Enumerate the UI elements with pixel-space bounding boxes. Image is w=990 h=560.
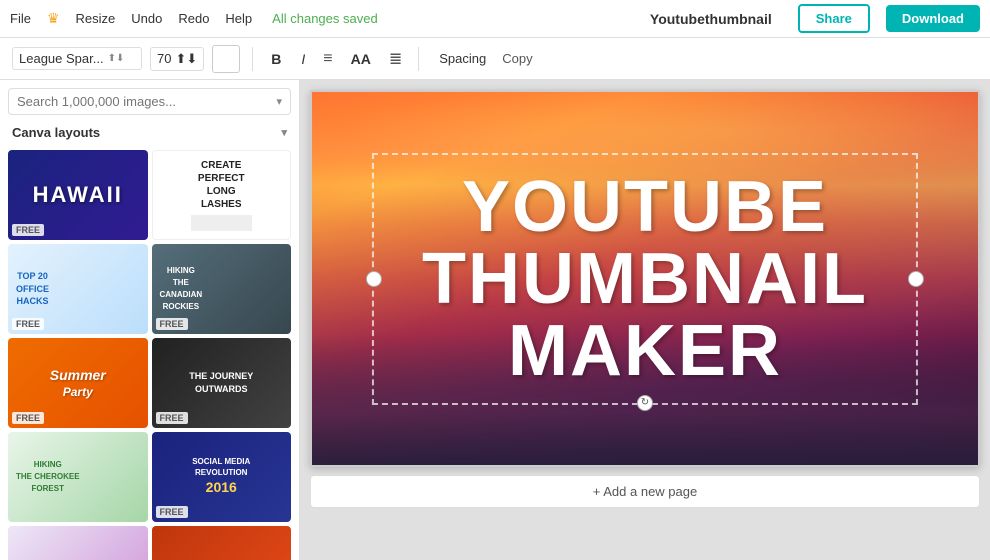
list-icon[interactable]: ≣ (385, 45, 406, 73)
project-title: Youtubethumbnail (650, 11, 772, 27)
layout-card-last[interactable]: FREE (152, 526, 292, 560)
card-inner-create: CREATEPERFECTLONGLASHES (153, 151, 291, 239)
layout-card-hiking[interactable]: HIKINGTHECANADIANROCKIES FREE (152, 244, 292, 334)
save-status: All changes saved (272, 11, 378, 26)
font-name: League Spar... (19, 51, 104, 66)
free-badge-top20: FREE (12, 318, 44, 330)
nav-resize[interactable]: Resize (76, 11, 116, 26)
size-arrows-icon: ⬆⬇ (175, 51, 197, 67)
layout-card-cherokee[interactable]: HIKINGTHE CHEROKEEFOREST (8, 432, 148, 522)
free-badge-social: FREE (156, 506, 188, 518)
separator-1 (252, 47, 253, 71)
search-input[interactable] (17, 94, 276, 109)
font-arrows-icon: ⬆⬇ (108, 53, 125, 64)
font-size-selector[interactable]: 70 ⬆⬇ (150, 47, 204, 71)
aa-button[interactable]: AA (345, 47, 377, 71)
search-chevron-icon: ▾ (276, 95, 282, 108)
nav-redo[interactable]: Redo (178, 11, 209, 26)
separator-2 (418, 47, 419, 71)
layout-card-hawaii[interactable]: HAWAII FREE (8, 150, 148, 240)
card-inner-cherokee: HIKINGTHE CHEROKEEFOREST (8, 432, 148, 522)
layout-card-top20[interactable]: TOP 20OFFICEHACKS FREE (8, 244, 148, 334)
spacing-label[interactable]: Spacing (439, 51, 486, 66)
nav-undo[interactable]: Undo (131, 11, 162, 26)
download-button[interactable]: Download (886, 5, 980, 32)
layout-card-create[interactable]: CREATEPERFECTLONGLASHES (152, 150, 292, 240)
layouts-grid: HAWAII FREE CREATEPERFECTLONGLASHES TOP … (0, 146, 299, 560)
canvas-wrapper[interactable]: YOUTUBE THUMBNAIL MAKER ↻ (310, 90, 980, 467)
free-badge-journey: FREE (156, 412, 188, 424)
section-label: Canva layouts (12, 125, 100, 140)
layout-card-journey[interactable]: THE JOURNEYOUTWARDS FREE (152, 338, 292, 428)
main-area: ▾ Canva layouts ▾ HAWAII FREE CREATEPERF… (0, 80, 990, 560)
add-page-button[interactable]: + Add a new page (310, 475, 980, 508)
text-toolbar: League Spar... ⬆⬇ 70 ⬆⬇ B I ≡ AA ≣ Spaci… (0, 38, 990, 80)
card-inner-adventures: Adventures (8, 526, 148, 560)
font-size-value: 70 (157, 51, 171, 66)
free-badge-hiking: FREE (156, 318, 188, 330)
layout-card-summer[interactable]: SummerParty FREE (8, 338, 148, 428)
layout-card-adventures[interactable]: Adventures (8, 526, 148, 560)
copy-button[interactable]: Copy (502, 51, 532, 66)
layouts-section-header: Canva layouts ▾ (0, 119, 299, 146)
nav-file[interactable]: File (10, 11, 31, 26)
top-nav: File ♛ Resize Undo Redo Help All changes… (0, 0, 990, 38)
handle-bottom[interactable]: ↻ (637, 395, 653, 411)
color-picker[interactable] (212, 45, 240, 73)
search-box[interactable]: ▾ (8, 88, 291, 115)
left-panel: ▾ Canva layouts ▾ HAWAII FREE CREATEPERF… (0, 80, 300, 560)
free-badge-hawaii: FREE (12, 224, 44, 236)
align-icon[interactable]: ≡ (319, 46, 336, 72)
crown-icon: ♛ (47, 10, 60, 27)
free-badge-summer: FREE (12, 412, 44, 424)
bold-button[interactable]: B (265, 47, 287, 71)
section-chevron-icon[interactable]: ▾ (281, 126, 287, 139)
layout-card-social[interactable]: SOCIAL MEDIAREVOLUTION2016 FREE (152, 432, 292, 522)
handle-left[interactable] (366, 271, 382, 287)
italic-button[interactable]: I (295, 47, 311, 71)
card-inner-last (152, 526, 292, 560)
canvas-text-box[interactable]: YOUTUBE THUMBNAIL MAKER ↻ (372, 153, 918, 405)
canvas-main-text: YOUTUBE THUMBNAIL MAKER (394, 171, 896, 387)
nav-help[interactable]: Help (225, 11, 252, 26)
share-button[interactable]: Share (798, 4, 870, 33)
handle-right[interactable] (908, 271, 924, 287)
font-selector[interactable]: League Spar... ⬆⬇ (12, 47, 142, 70)
canvas-area: YOUTUBE THUMBNAIL MAKER ↻ + Add a new pa… (300, 80, 990, 560)
